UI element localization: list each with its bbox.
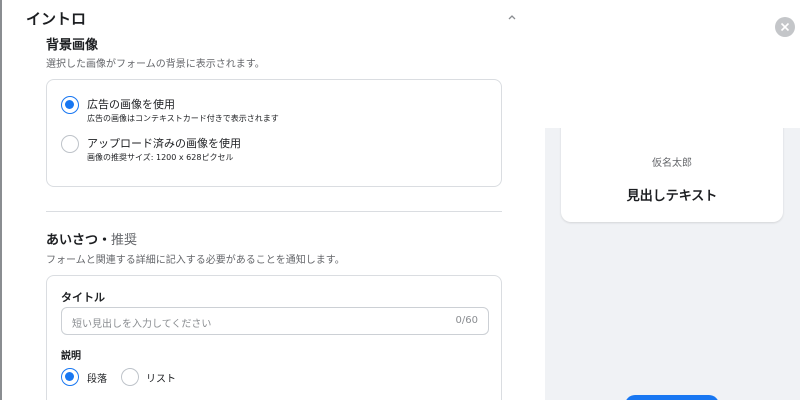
form-editor-panel: イントロ 背景画像 選択した画像がフォームの背景に表示されます。 広告の画像を使… (2, 0, 545, 400)
title-input[interactable]: 短い見出しを入力してください 0/60 (61, 307, 489, 335)
description-label: 説明 (61, 351, 81, 362)
intro-section-header[interactable]: イントロ (26, 6, 526, 30)
greeting-fields-card: タイトル 短い見出しを入力してください 0/60 説明 段落 リスト (46, 275, 502, 400)
background-image-options-card: 広告の画像を使用 広告の画像はコンテキストカード付きで表示されます アップロード… (46, 79, 502, 187)
use-uploaded-image-label[interactable]: アップロード済みの画像を使用 (87, 135, 241, 151)
title-field-label: タイトル (61, 291, 105, 304)
recommended-badge: 推奨 (111, 233, 138, 248)
section-divider (46, 211, 502, 212)
character-counter: 0/60 (455, 315, 478, 326)
background-image-subtitle: 選択した画像がフォームの背景に表示されます。 (46, 59, 265, 70)
use-ad-image-label[interactable]: 広告の画像を使用 (87, 96, 175, 112)
greeting-subtitle: フォームと関連する詳細に記入する必要があることを通知します。 (46, 255, 345, 266)
paragraph-radio[interactable] (61, 368, 79, 386)
close-icon[interactable] (775, 17, 795, 37)
background-image-title: 背景画像 (46, 38, 99, 53)
greeting-title: あいさつ (46, 233, 99, 248)
list-label[interactable]: リスト (146, 370, 176, 385)
preview-headline: 見出しテキスト (626, 189, 718, 204)
list-radio[interactable] (121, 368, 139, 386)
chevron-up-icon[interactable] (504, 9, 520, 25)
form-preview-panel: 仮名太郎 見出しテキスト (545, 0, 800, 400)
use-ad-image-description: 広告の画像はコンテキストカード付きで表示されます (87, 114, 279, 123)
paragraph-label[interactable]: 段落 (87, 370, 107, 385)
use-ad-image-radio[interactable] (61, 96, 79, 114)
use-uploaded-image-radio[interactable] (61, 135, 79, 153)
intro-title: イントロ (26, 10, 87, 28)
title-separator: ・ (98, 233, 112, 248)
title-input-placeholder: 短い見出しを入力してください (72, 319, 212, 330)
greeting-title-row: あいさつ・推奨 (46, 229, 137, 248)
use-uploaded-image-description: 画像の推奨サイズ: 1200 x 628ピクセル (87, 153, 234, 162)
preview-action-button[interactable] (625, 395, 719, 400)
preview-background-image (545, 0, 800, 128)
preview-page-name: 仮名太郎 (652, 158, 692, 169)
